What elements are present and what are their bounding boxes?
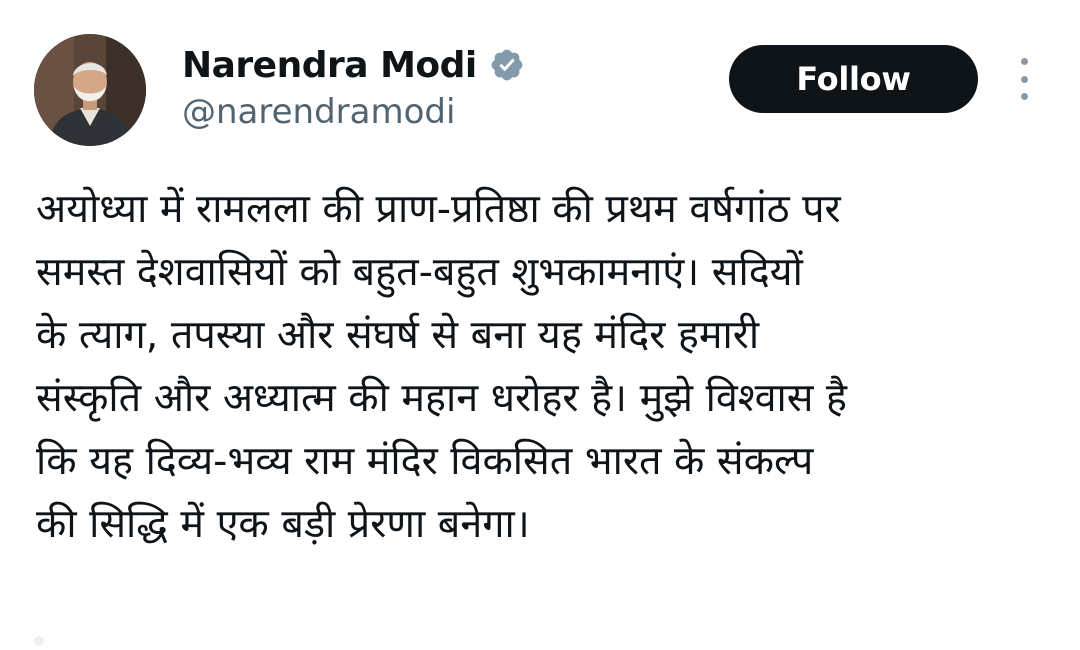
tweet-text-line: कि यह दिव्य-भव्य राम मंदिर विकसित भारत क… [36, 438, 814, 484]
tweet-text-line: की सिद्धि में एक बड़ी प्रेरणा बनेगा। [36, 501, 530, 547]
author-handle[interactable]: @narendramodi [182, 92, 455, 132]
author-name-row: Narendra Modi [182, 42, 525, 88]
avatar-image [34, 34, 146, 146]
more-vertical-icon [1020, 58, 1028, 65]
tweet-text-line: समस्त देशवासियों को बहुत-बहुत शुभकामनाएं… [36, 249, 803, 295]
avatar[interactable] [34, 34, 146, 146]
more-options-button[interactable] [1008, 58, 1040, 100]
tweet-text-line: अयोध्या में रामलला की प्राण-प्रतिष्ठा की… [36, 186, 841, 232]
author-display-name[interactable]: Narendra Modi [182, 45, 477, 86]
tweet-text-line: के त्याग, तपस्या और संघर्ष से बना यह मंद… [36, 312, 760, 358]
follow-button[interactable]: Follow [729, 45, 978, 113]
more-vertical-icon [1020, 93, 1028, 100]
tweet-card: Narendra Modi @narendramodi Follow अयोध्… [0, 0, 1080, 650]
more-vertical-icon [1020, 75, 1028, 83]
verified-badge-icon[interactable] [489, 47, 525, 83]
media-preview-edge [34, 636, 44, 646]
tweet-text: अयोध्या में रामलला की प्राण-प्रतिष्ठा की… [36, 178, 1061, 556]
tweet-text-line: संस्कृति और अध्यात्म की महान धरोहर है। म… [36, 375, 848, 421]
